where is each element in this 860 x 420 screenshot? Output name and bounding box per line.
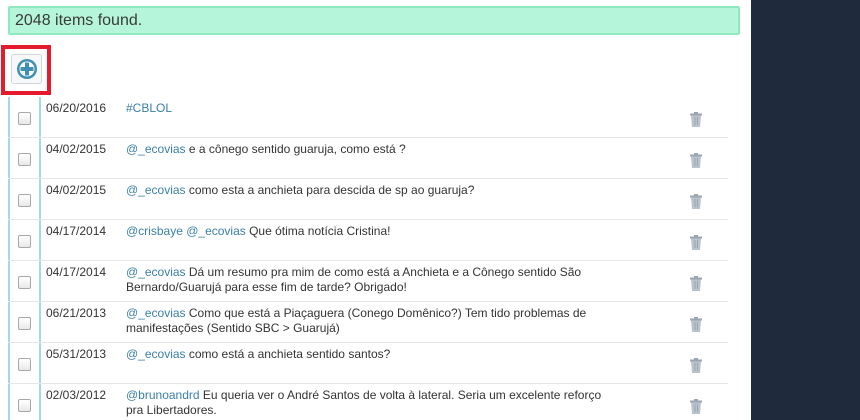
row-date: 04/17/2014 <box>46 224 107 238</box>
table-row: 02/03/2012 @brunoandrd Eu queria ver o An… <box>8 384 728 420</box>
row-text-segment: como está a anchieta sentido santos? <box>185 347 391 361</box>
row-text: @_ecovias Dá um resumo pra mim de como e… <box>126 265 606 295</box>
row-checkbox[interactable] <box>18 153 31 166</box>
row-text-segment: Como que está a Piaçaguera (Conego Domên… <box>126 306 587 335</box>
row-text: @_ecovias Como que está a Piaçaguera (Co… <box>126 306 606 336</box>
trash-icon[interactable] <box>689 235 703 251</box>
table-row: 04/17/2014 @crisbaye @_ecovias Que ótima … <box>8 220 728 261</box>
plus-circle-icon <box>16 59 37 79</box>
table-row: 06/21/2013 @_ecovias Como que está a Piaç… <box>8 302 728 343</box>
row-text: @crisbaye @_ecovias Que ótima notícia Cr… <box>126 224 606 239</box>
mention-link[interactable]: @_ecovias <box>126 347 186 361</box>
row-text-segment: e a cônego sentido guaruja, como está ? <box>185 142 406 156</box>
item-list: 06/20/2016 #CBLOL 04/02/2015 @_ecovias e a … <box>8 97 728 420</box>
row-checkbox[interactable] <box>18 399 31 412</box>
row-text: @brunoandrd Eu queria ver o André Santos… <box>126 388 606 418</box>
row-checkbox[interactable] <box>18 358 31 371</box>
mention-link[interactable]: @crisbaye <box>126 224 183 238</box>
trash-icon[interactable] <box>689 399 703 415</box>
add-button[interactable] <box>11 54 42 84</box>
mention-link[interactable]: @_ecovias <box>126 183 186 197</box>
table-row: 05/31/2013 @_ecovias como está a anchieta… <box>8 343 728 384</box>
trash-icon[interactable] <box>689 317 703 333</box>
table-row: 06/20/2016 #CBLOL <box>8 97 728 138</box>
row-text-segment: como esta a anchieta para descida de sp … <box>185 183 475 197</box>
row-checkbox[interactable] <box>18 276 31 289</box>
trash-icon[interactable] <box>689 358 703 374</box>
row-date: 04/17/2014 <box>46 265 107 279</box>
row-text: #CBLOL <box>126 101 606 116</box>
row-checkbox[interactable] <box>18 235 31 248</box>
mention-link[interactable]: @brunoandrd <box>126 388 200 402</box>
row-date: 04/02/2015 <box>46 142 107 156</box>
table-row: 04/17/2014 @_ecovias Dá um resumo pra mim… <box>8 261 728 302</box>
row-text: @_ecovias e a cônego sentido guaruja, co… <box>126 142 606 157</box>
trash-icon[interactable] <box>689 153 703 169</box>
trash-icon[interactable] <box>689 276 703 292</box>
row-date: 02/03/2012 <box>46 388 107 402</box>
hashtag-link[interactable]: #CBLOL <box>126 101 172 115</box>
row-text-segment: Que ótima notícia Cristina! <box>245 224 391 238</box>
mention-link[interactable]: @_ecovias <box>126 265 186 279</box>
mention-link[interactable]: @_ecovias <box>126 142 186 156</box>
row-date: 05/31/2013 <box>46 347 107 361</box>
row-date: 04/02/2015 <box>46 183 107 197</box>
results-count-banner: 2048 items found. <box>8 6 740 35</box>
row-text: @_ecovias como esta a anchieta para desc… <box>126 183 606 198</box>
row-date: 06/20/2016 <box>46 101 107 115</box>
row-checkbox[interactable] <box>18 112 31 125</box>
mention-link[interactable]: @_ecovias <box>186 224 246 238</box>
main-panel: 2048 items found. 06/20/2016 #CBLOL 04/02/… <box>0 0 751 420</box>
trash-icon[interactable] <box>689 112 703 128</box>
right-sidebar <box>751 0 860 420</box>
table-row: 04/02/2015 @_ecovias e a cônego sentido g… <box>8 138 728 179</box>
highlight-box <box>1 45 51 95</box>
table-row: 04/02/2015 @_ecovias como esta a anchieta… <box>8 179 728 220</box>
row-text-segment: Dá um resumo pra mim de como está a Anch… <box>126 265 582 294</box>
row-text: @_ecovias como está a anchieta sentido s… <box>126 347 606 362</box>
row-checkbox[interactable] <box>18 194 31 207</box>
row-date: 06/21/2013 <box>46 306 107 320</box>
row-checkbox[interactable] <box>18 317 31 330</box>
trash-icon[interactable] <box>689 194 703 210</box>
mention-link[interactable]: @_ecovias <box>126 306 186 320</box>
